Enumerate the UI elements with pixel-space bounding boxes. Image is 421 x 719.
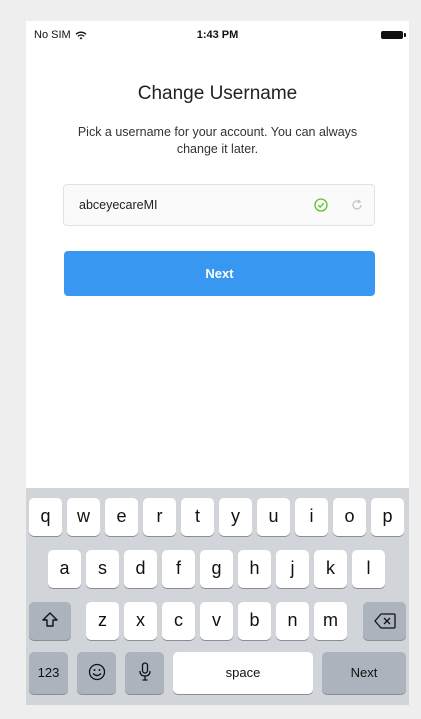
key-r[interactable]: r [143,498,176,536]
shift-key[interactable] [29,602,71,640]
delete-key[interactable] [363,602,406,640]
key-h[interactable]: h [238,550,271,588]
space-key[interactable]: space [173,652,313,694]
key-label: k [326,558,335,578]
key-i[interactable]: i [295,498,328,536]
key-a[interactable]: a [48,550,81,588]
key-u[interactable]: u [257,498,290,536]
key-c[interactable]: c [162,602,195,640]
key-label: b [249,610,260,630]
page-subtitle: Pick a username for your account. You ca… [77,125,358,156]
key-t[interactable]: t [181,498,214,536]
key-label: s [98,558,107,578]
key-n[interactable]: n [276,602,309,640]
key-label: f [175,558,181,578]
microphone-icon [138,662,151,681]
key-x[interactable]: x [124,602,157,640]
key-q[interactable]: q [29,498,62,536]
key-m[interactable]: m [314,602,347,640]
key-label: space [225,665,261,680]
refresh-icon[interactable] [350,198,364,212]
key-d[interactable]: d [124,550,157,588]
key-p[interactable]: p [371,498,404,536]
key-label: c [174,610,183,630]
key-label: z [98,610,107,630]
key-label: p [382,506,393,526]
backspace-icon [373,613,396,629]
phone-screen: No SIM 1:43 PM Change Username Pick a us… [26,21,409,705]
key-o[interactable]: o [333,498,366,536]
key-label: u [268,506,279,526]
username-input[interactable]: abceyecareMI [63,184,375,226]
keyboard: q w e r t y u i o p a s d f g h j k l z … [26,488,409,705]
emoji-key[interactable] [77,652,116,694]
numbers-key[interactable]: 123 [29,652,68,694]
status-time: 1:43 PM [196,29,239,41]
key-label: q [40,506,51,526]
key-label: d [135,558,146,578]
emoji-icon [88,663,105,681]
key-label: y [231,506,240,526]
username-value: abceyecareMI [79,198,158,212]
key-label: e [116,506,127,526]
key-k[interactable]: k [314,550,347,588]
key-w[interactable]: w [67,498,100,536]
check-circle-icon [314,198,328,212]
key-l[interactable]: l [352,550,385,588]
key-label: m [323,610,338,630]
status-bar: No SIM 1:43 PM [26,21,409,47]
key-s[interactable]: s [86,550,119,588]
key-label: v [212,610,221,630]
shift-icon [42,612,58,627]
key-z[interactable]: z [86,602,119,640]
key-j[interactable]: j [276,550,309,588]
key-label: i [309,506,314,526]
key-label: h [249,558,260,578]
key-label: w [77,506,90,526]
battery-icon [381,31,406,39]
key-label: 123 [37,665,60,680]
key-label: l [366,558,371,578]
key-label: j [290,558,295,578]
return-key[interactable]: Next [322,652,406,694]
key-v[interactable]: v [200,602,233,640]
key-g[interactable]: g [200,550,233,588]
key-label: o [344,506,355,526]
microphone-key[interactable] [125,652,164,694]
key-label: r [156,506,163,526]
page-title: Change Username [137,83,298,104]
key-label: x [136,610,145,630]
key-y[interactable]: y [219,498,252,536]
key-label: g [211,558,222,578]
key-b[interactable]: b [238,602,271,640]
key-label: n [287,610,298,630]
next-button[interactable]: Next [64,251,375,296]
key-label: a [59,558,70,578]
key-label: Next [350,665,378,680]
key-e[interactable]: e [105,498,138,536]
key-label: t [194,506,200,526]
key-f[interactable]: f [162,550,195,588]
